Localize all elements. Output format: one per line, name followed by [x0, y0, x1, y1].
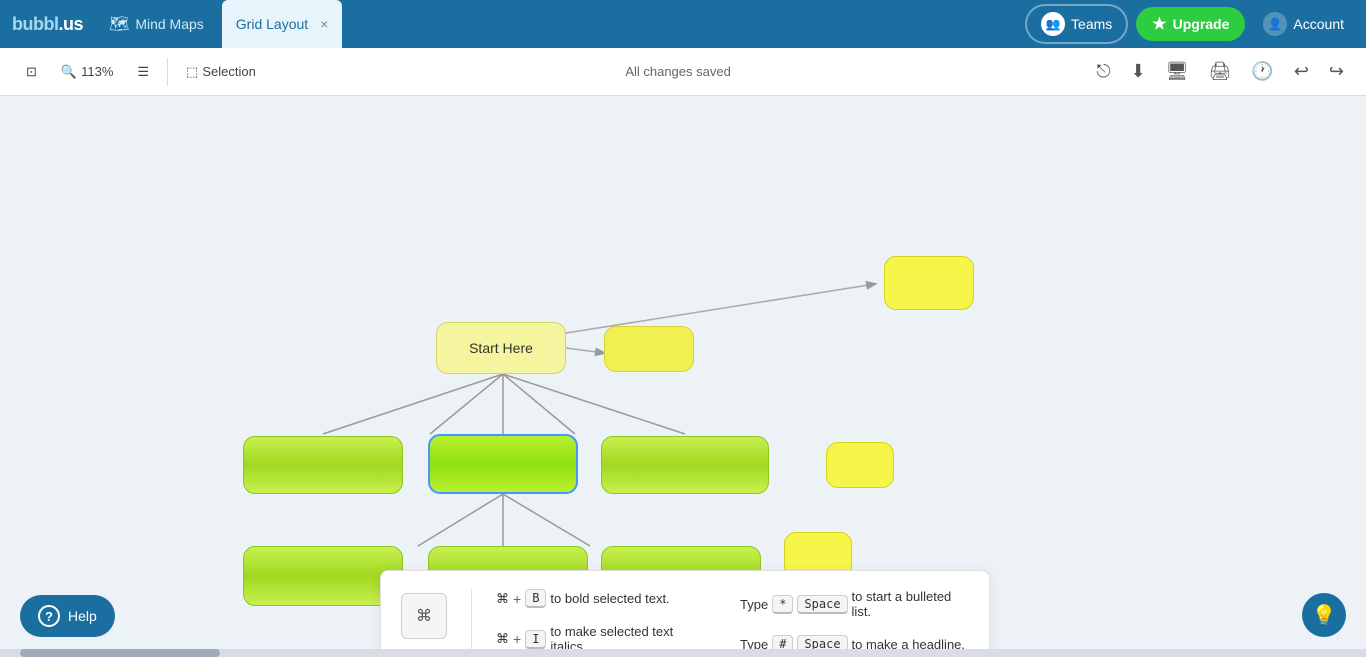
- gridlayout-tab-label: Grid Layout: [236, 16, 308, 32]
- zoom-button[interactable]: 🔍 113%: [51, 58, 123, 86]
- canvas[interactable]: Start Here saju ⌘ ⌘ + B to: [0, 96, 1366, 657]
- teams-label: Teams: [1071, 16, 1112, 32]
- green-bottom-left-node[interactable]: [243, 546, 403, 606]
- start-here-label: Start Here: [469, 340, 533, 356]
- monitor-icon: 🖥: [1166, 61, 1189, 81]
- menu-icon: ☰: [137, 64, 149, 80]
- zoom-level: 113%: [81, 64, 113, 79]
- tip-row-group: ⌘ + B to bold selected text. ⌘ + I to ma…: [496, 589, 969, 657]
- green-left-node[interactable]: [243, 436, 403, 494]
- help-label: Help: [68, 608, 97, 624]
- fit-screen-icon: ⊡: [26, 64, 37, 80]
- cmd-i-symbol: ⌘: [496, 631, 509, 647]
- menu-button[interactable]: ☰: [127, 58, 159, 86]
- bold-tip-row: ⌘ + B to bold selected text.: [496, 589, 708, 608]
- undo-icon: ↩: [1294, 61, 1309, 81]
- logo: bubbl.us: [12, 14, 83, 35]
- teams-icon: 👥: [1041, 12, 1065, 36]
- close-tab-icon[interactable]: ×: [320, 16, 328, 32]
- mindmaps-tab[interactable]: 🗺 Mind Maps: [95, 0, 218, 48]
- kbd-icon-col: ⌘: [401, 589, 447, 657]
- monitor-button[interactable]: 🖥: [1160, 57, 1195, 86]
- lightbulb-button[interactable]: 💡: [1302, 593, 1346, 637]
- selection-button[interactable]: ⬚ Selection: [176, 58, 266, 86]
- toolbar-right: ⎋ ⬇ 🖥 🖨 🕐 ↩ ↪: [1090, 57, 1350, 86]
- top-nav: bubbl.us 🗺 Mind Maps Grid Layout × 👥 Tea…: [0, 0, 1366, 48]
- bold-key: B: [525, 589, 546, 608]
- yellow-top-right-node[interactable]: [884, 256, 974, 310]
- selection-label: Selection: [202, 64, 255, 79]
- download-icon: ⬇: [1131, 61, 1146, 81]
- italic-key: I: [525, 630, 546, 649]
- cmd-key-icon: ⌘: [401, 593, 447, 639]
- green-right-node[interactable]: [601, 436, 769, 494]
- tip-content: ⌘ + B to bold selected text. ⌘ + I to ma…: [496, 589, 969, 657]
- history-icon: 🕐: [1251, 61, 1273, 81]
- fit-screen-button[interactable]: ⊡: [16, 58, 47, 86]
- mindmaps-tab-icon: 🗺: [109, 14, 129, 34]
- gridlayout-tab[interactable]: Grid Layout ×: [222, 0, 343, 48]
- share-button[interactable]: ⎋: [1090, 57, 1116, 86]
- bullet-key: *: [772, 595, 793, 614]
- start-here-node[interactable]: Start Here: [436, 322, 566, 374]
- account-label: Account: [1293, 16, 1344, 32]
- print-icon: 🖨: [1209, 61, 1232, 81]
- yellow-right-node[interactable]: [604, 326, 694, 372]
- print-button[interactable]: 🖨: [1203, 57, 1238, 86]
- yellow-small-1-node[interactable]: [826, 442, 894, 488]
- undo-button[interactable]: ↩: [1288, 57, 1315, 86]
- toolbar-separator: [167, 58, 168, 86]
- toolbar: ⊡ 🔍 113% ☰ ⬚ Selection All changes saved…: [0, 48, 1366, 96]
- nav-right: 👥 Teams ★ Upgrade 👤 Account: [1025, 4, 1354, 44]
- selection-icon: ⬚: [186, 64, 198, 80]
- bullet-space: Space: [797, 595, 847, 614]
- info-tooltip: ⌘ ⌘ + B to bold selected text. ⌘ + I: [380, 570, 990, 657]
- bullet-tip-row: Type * Space to start a bulleted list.: [740, 589, 969, 619]
- cmd-symbol: ⌘: [416, 606, 432, 626]
- redo-button[interactable]: ↪: [1323, 57, 1350, 86]
- history-button[interactable]: 🕐: [1245, 57, 1279, 86]
- help-circle-icon: ?: [38, 605, 60, 627]
- tooltip-divider: [471, 589, 472, 657]
- cmd-b-symbol: ⌘: [496, 591, 509, 607]
- teams-button[interactable]: 👥 Teams: [1025, 4, 1128, 44]
- h-scrollbar[interactable]: [0, 649, 1366, 657]
- redo-icon: ↪: [1329, 61, 1344, 81]
- help-button[interactable]: ? Help: [20, 595, 115, 637]
- zoom-icon: 🔍: [61, 64, 77, 80]
- bullet-text: to start a bulleted list.: [852, 589, 969, 619]
- upgrade-button[interactable]: ★ Upgrade: [1136, 7, 1245, 41]
- share-icon: ⎋: [1096, 61, 1110, 81]
- account-button[interactable]: 👤 Account: [1253, 6, 1354, 42]
- account-icon: 👤: [1263, 12, 1287, 36]
- star-icon: ★: [1152, 14, 1166, 34]
- status-text: All changes saved: [270, 64, 1087, 79]
- green-selected-node[interactable]: [428, 434, 578, 494]
- mindmaps-tab-label: Mind Maps: [135, 16, 203, 32]
- h-scrollbar-thumb[interactable]: [20, 649, 220, 657]
- lightbulb-icon: 💡: [1312, 603, 1337, 628]
- download-button[interactable]: ⬇: [1125, 57, 1152, 86]
- upgrade-label: Upgrade: [1173, 16, 1230, 32]
- bold-text: to bold selected text.: [550, 591, 669, 606]
